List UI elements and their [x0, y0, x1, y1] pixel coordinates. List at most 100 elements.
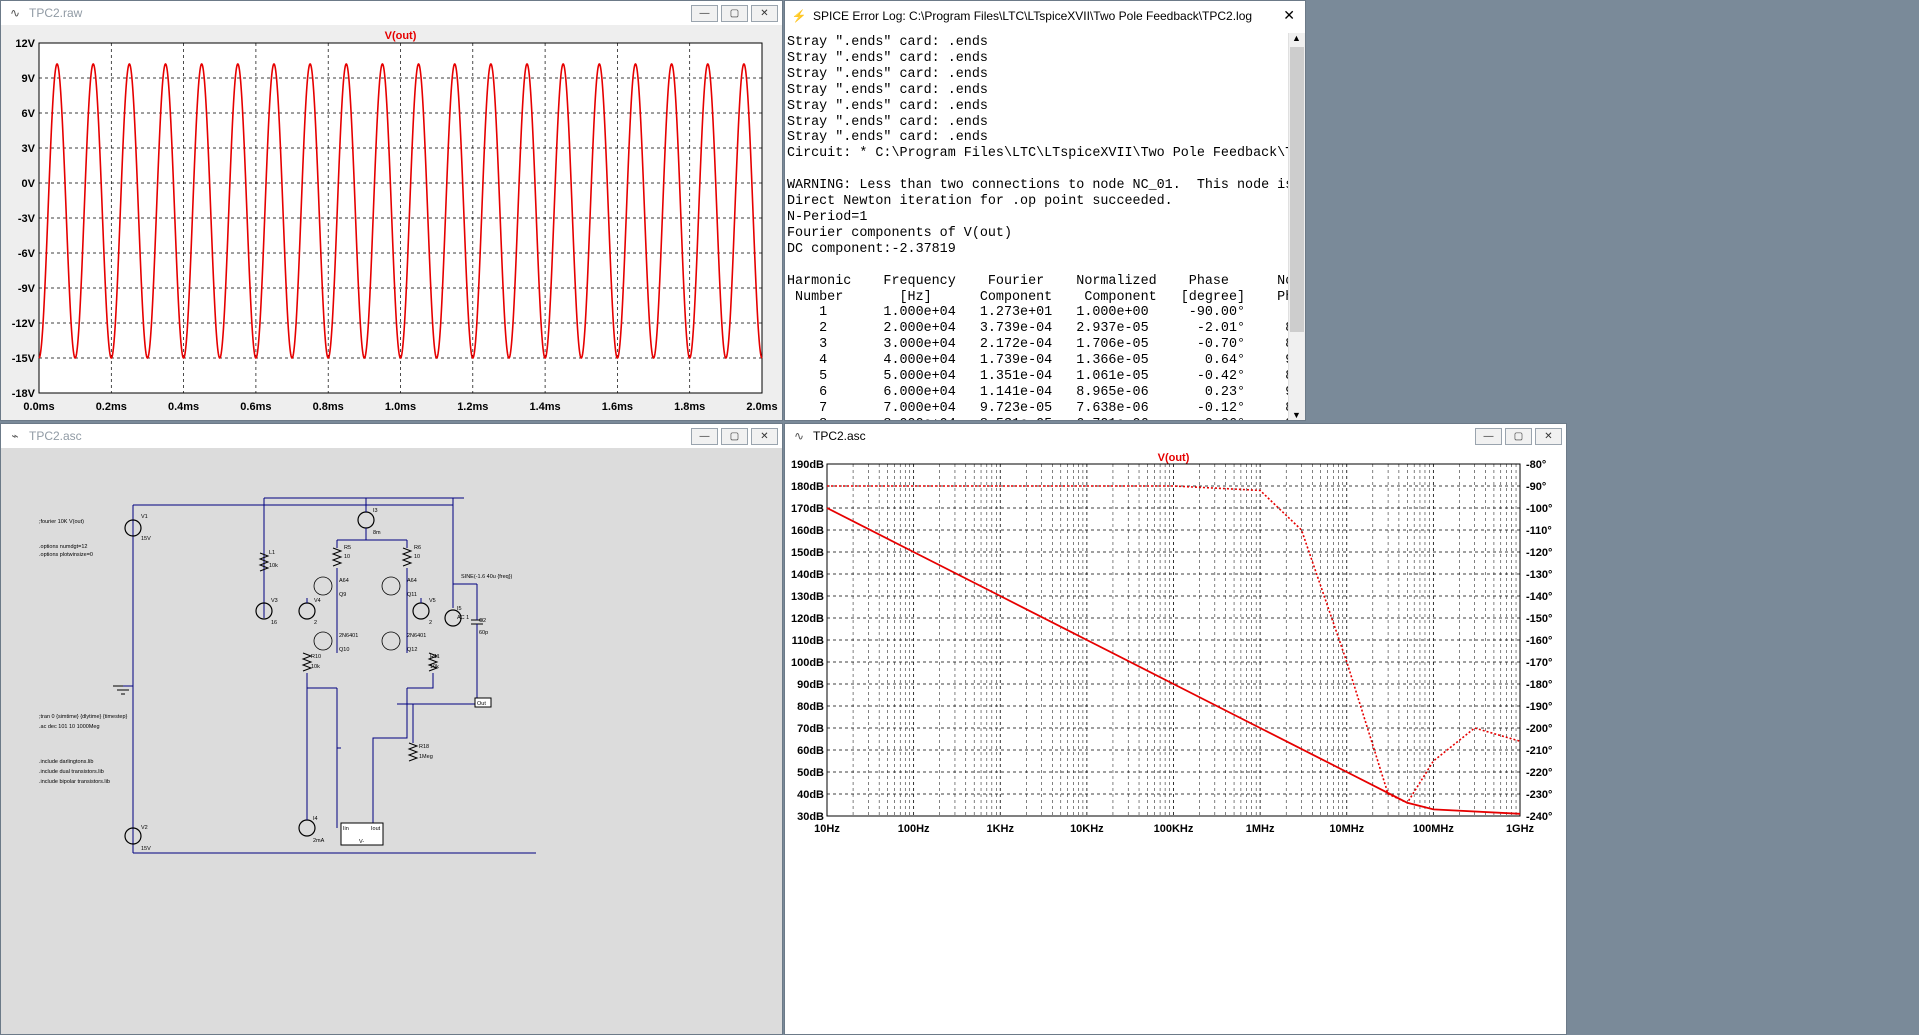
- component-label: Q12: [407, 647, 417, 653]
- log-line: Fourier components of V(out): [787, 225, 1012, 241]
- log-body[interactable]: Stray ".ends" card: .ends Stray ".ends" c…: [785, 25, 1305, 420]
- x-tick-label: 1.8ms: [674, 401, 705, 413]
- y2-tick-label: -200°: [1526, 723, 1552, 735]
- y2-tick-label: -240°: [1526, 811, 1552, 823]
- close-button[interactable]: ✕: [1283, 7, 1295, 24]
- maximize-button[interactable]: ▢: [721, 5, 748, 22]
- y2-tick-label: -190°: [1526, 701, 1552, 713]
- y2-tick-label: -230°: [1526, 789, 1552, 801]
- raw-window[interactable]: ∿ TPC2.raw — ▢ ✕ 12V 9V 6V 3V 0V -3V -6V -9V -12V -…: [0, 0, 783, 421]
- y-tick-label: 100dB: [791, 657, 824, 669]
- raw-plot-area[interactable]: 12V 9V 6V 3V 0V -3V -6V -9V -12V -15V -18V 0.0ms 0.2…: [1, 25, 782, 420]
- wire: [407, 673, 434, 689]
- y-tick-label: 190dB: [791, 459, 824, 471]
- y-tick-label: 80dB: [797, 701, 824, 713]
- minimize-button[interactable]: —: [1475, 428, 1502, 445]
- close-button[interactable]: ✕: [751, 5, 778, 22]
- log-scrollbar[interactable]: ▲ ▼: [1288, 33, 1305, 420]
- component-label: 10k: [269, 563, 278, 569]
- schematic-canvas[interactable]: ;fourier 10K V(out) .options numdgt=12 .op…: [1, 448, 782, 1035]
- ac-titlebar[interactable]: ∿ TPC2.asc — ▢ ✕: [785, 424, 1566, 448]
- component-label: Q11: [407, 592, 417, 598]
- schematic-titlebar[interactable]: ⌁ TPC2.asc — ▢ ✕: [1, 424, 782, 448]
- component-label: 2N6401: [407, 633, 426, 639]
- ac-title: TPC2.asc: [813, 429, 866, 443]
- transistor-icon: [381, 631, 401, 651]
- y-tick-label: 170dB: [791, 503, 824, 515]
- log-line: 7 7.000e+04 9.723e-05 7.638e-06 -0.12° 8…: [787, 400, 1306, 416]
- component-label: I4: [313, 816, 318, 822]
- log-window[interactable]: ⚡ SPICE Error Log: C:\Program Files\LTC\…: [784, 0, 1306, 421]
- y-tick-label: 3V: [22, 143, 36, 155]
- component-label: V5: [429, 598, 436, 604]
- minimize-button[interactable]: —: [691, 428, 718, 445]
- component-label: Q9: [339, 592, 346, 598]
- x-tick-label: 10Hz: [814, 823, 840, 835]
- y2-tick-label: -130°: [1526, 569, 1552, 581]
- log-line: Stray ".ends" card: .ends: [787, 50, 988, 66]
- log-line: 3 3.000e+04 2.172e-04 1.706e-05 -0.70° 8…: [787, 337, 1306, 353]
- x-tick-label: 1.2ms: [457, 401, 488, 413]
- component-label: 10: [344, 554, 350, 560]
- wire: [306, 673, 337, 689]
- log-text: Stray ".ends" card: .ends Stray ".ends" c…: [787, 35, 1306, 420]
- component-label: 15V: [141, 536, 151, 542]
- x-tick-label: 0.8ms: [313, 401, 344, 413]
- log-line: Circuit: * C:\Program Files\LTC\LTspiceX…: [787, 146, 1306, 162]
- current-source-icon: [298, 819, 316, 837]
- bode-chart[interactable]: 190dB -80° 180dB -90° 170dB -100° 160dB -110° 15…: [785, 448, 1566, 1035]
- maximize-button[interactable]: ▢: [721, 428, 748, 445]
- log-line: Stray ".ends" card: .ends: [787, 130, 988, 146]
- resistor-r10: [301, 652, 313, 672]
- component-label: V1: [141, 514, 148, 520]
- component-label: 8m: [373, 530, 381, 536]
- transistor-icon: [313, 576, 333, 596]
- resistor-r5: [331, 547, 343, 567]
- spice-directive: .include dual transistors.lib: [39, 769, 104, 775]
- transient-chart[interactable]: 12V 9V 6V 3V 0V -3V -6V -9V -12V -15V -18V0.0ms 0.2…: [1, 25, 782, 421]
- voltage-source-icon: [298, 602, 316, 620]
- minimize-button[interactable]: —: [691, 5, 718, 22]
- component-label: 10k: [430, 664, 439, 670]
- component-label: 10: [414, 554, 420, 560]
- spice-directive: .include bipolar transistors.lib: [39, 779, 110, 785]
- x-tick-label: 100MHz: [1413, 823, 1454, 835]
- y-tick-label: -12V: [12, 318, 36, 330]
- spice-directive: ;fourier 10K V(out): [39, 519, 84, 525]
- y2-tick-label: -210°: [1526, 745, 1552, 757]
- component-label: 10k: [311, 664, 320, 670]
- current-source-icon: [357, 511, 375, 529]
- component-label: Q10: [339, 647, 349, 653]
- y-tick-label: 6V: [22, 108, 36, 120]
- log-line: 6 6.000e+04 1.141e-04 8.965e-06 0.23° 90…: [787, 384, 1306, 400]
- log-line: 4 4.000e+04 1.739e-04 1.366e-05 0.64° 90…: [787, 353, 1306, 369]
- component-label: V4: [314, 598, 321, 604]
- log-line: WARNING: Less than two connections to no…: [787, 178, 1305, 194]
- component-label: 1Meg: [419, 754, 433, 760]
- component-label: C2: [479, 618, 486, 624]
- close-button[interactable]: ✕: [751, 428, 778, 445]
- component-label: 2N6401: [339, 633, 358, 639]
- spice-directive: .ac dec 101 10 1000Meg: [39, 724, 100, 730]
- spice-directive: .options plotwinsize=0: [39, 552, 93, 558]
- y2-tick-label: -100°: [1526, 503, 1552, 515]
- x-tick-label: 100KHz: [1154, 823, 1194, 835]
- raw-titlebar[interactable]: ∿ TPC2.raw — ▢ ✕: [1, 1, 782, 25]
- y2-tick-label: -180°: [1526, 679, 1552, 691]
- y-tick-label: 40dB: [797, 789, 824, 801]
- log-line: 8 8.000e+04 8.531e-05 6.701e-06 0.06° 90…: [787, 417, 1305, 420]
- scroll-thumb[interactable]: [1290, 47, 1304, 332]
- log-line: Harmonic Frequency Fourier Normalized Ph…: [787, 273, 1306, 289]
- component-label: Iin: [343, 826, 349, 832]
- component-label: R11: [430, 654, 440, 660]
- x-tick-label: 1.6ms: [602, 401, 633, 413]
- x-tick-label: 0.4ms: [168, 401, 199, 413]
- x-tick-label: 1GHz: [1506, 823, 1535, 835]
- waveform-icon: ∿: [9, 6, 21, 20]
- maximize-button[interactable]: ▢: [1505, 428, 1532, 445]
- close-button[interactable]: ✕: [1535, 428, 1562, 445]
- schematic-window[interactable]: ⌁ TPC2.asc — ▢ ✕ ;fourier 10K V(out) .optio…: [0, 423, 783, 1035]
- ac-window[interactable]: ∿ TPC2.asc — ▢ ✕ 190dB -80° 180dB -90° 170dB -1…: [784, 423, 1567, 1035]
